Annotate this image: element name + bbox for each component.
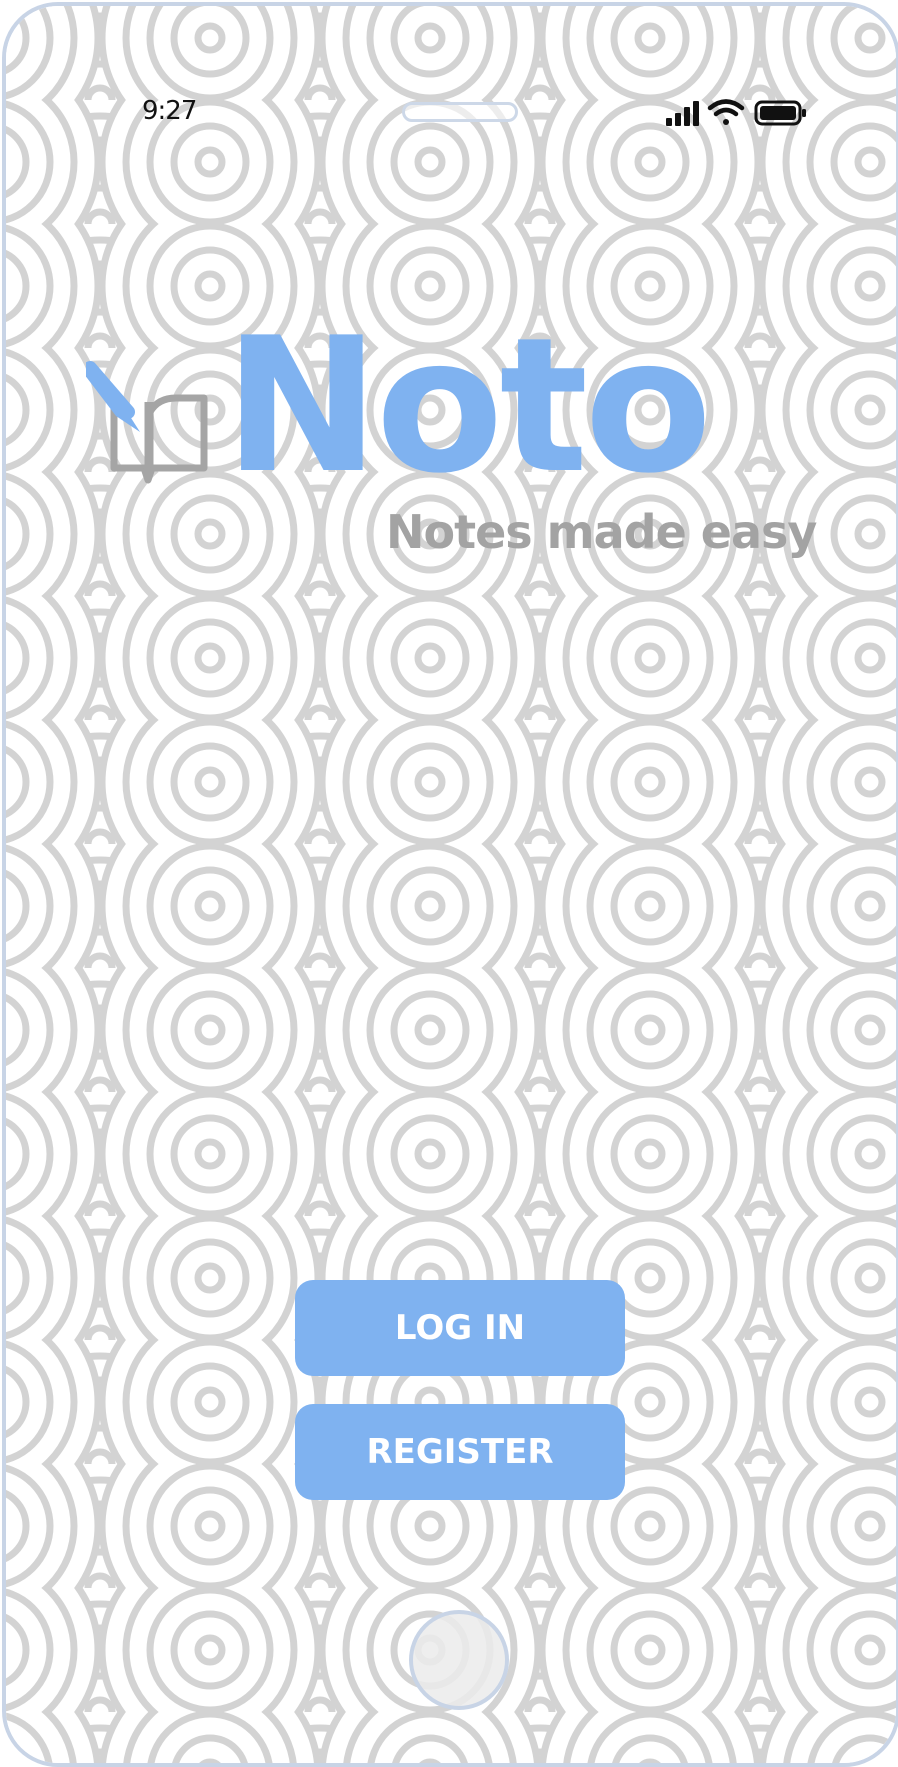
brand-logo: Noto Notes made easy xyxy=(86,297,826,576)
login-button[interactable]: LOG IN xyxy=(295,1280,625,1376)
register-button[interactable]: REGISTER xyxy=(295,1404,625,1500)
signal-icon xyxy=(666,101,699,126)
phone-frame: 9:27 Noto Notes made easy LOG IN REGISTE… xyxy=(2,2,898,1767)
status-bar: 9:27 xyxy=(6,86,896,146)
battery-icon xyxy=(754,100,806,126)
brand-tagline: Notes made easy xyxy=(386,505,817,559)
status-icons xyxy=(666,99,806,126)
brand-title: Noto xyxy=(224,297,712,514)
wifi-icon xyxy=(707,99,745,125)
status-time: 9:27 xyxy=(142,96,197,126)
book-pen-icon xyxy=(86,361,208,484)
speaker-grille xyxy=(402,102,518,122)
home-button[interactable] xyxy=(409,1610,509,1710)
